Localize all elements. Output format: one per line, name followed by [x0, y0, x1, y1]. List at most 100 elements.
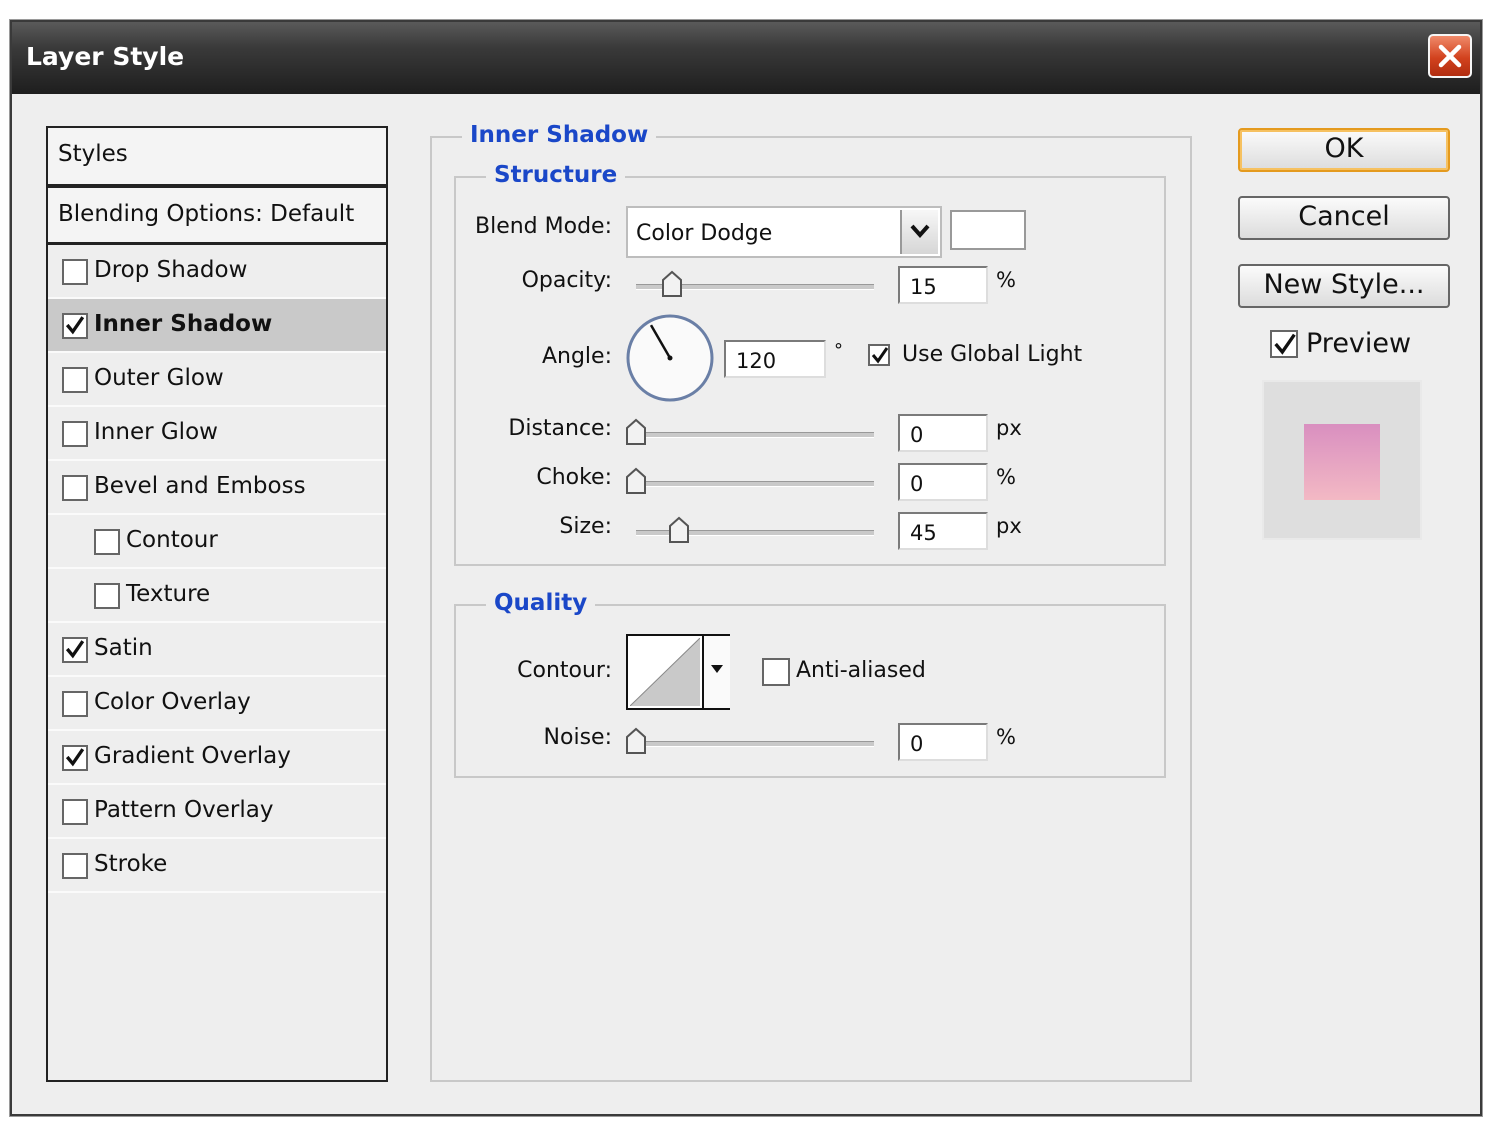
distance-slider[interactable]: [636, 432, 874, 438]
size-slider-thumb[interactable]: [668, 516, 690, 544]
style-item-stroke[interactable]: Stroke: [48, 839, 386, 893]
style-item-label: Inner Shadow: [94, 311, 273, 337]
style-item-label: Inner Glow: [94, 419, 218, 445]
noise-unit: %: [996, 725, 1016, 749]
style-item-bevel-and-emboss[interactable]: Bevel and Emboss: [48, 461, 386, 515]
style-checkbox[interactable]: [94, 529, 120, 555]
noise-slider-thumb[interactable]: [625, 727, 647, 755]
opacity-label: Opacity:: [521, 268, 612, 293]
blending-options-label: Blending Options: Default: [58, 201, 355, 227]
style-checkbox[interactable]: [62, 691, 88, 717]
style-checkbox[interactable]: [62, 637, 88, 663]
new-style-button[interactable]: New Style...: [1238, 264, 1450, 308]
opacity-unit: %: [996, 268, 1016, 292]
contour-dropdown-button[interactable]: [702, 636, 730, 708]
close-button[interactable]: [1428, 34, 1472, 78]
anti-aliased-label: Anti-aliased: [796, 658, 926, 683]
distance-input[interactable]: 0: [898, 414, 988, 452]
choke-unit: %: [996, 465, 1016, 489]
blending-options-item[interactable]: Blending Options: Default: [48, 188, 386, 242]
style-checkbox[interactable]: [62, 853, 88, 879]
styles-list: Styles Blending Options: Default Drop Sh…: [46, 126, 388, 1082]
style-checkbox[interactable]: [62, 367, 88, 393]
distance-slider-thumb[interactable]: [625, 418, 647, 446]
noise-input[interactable]: 0: [898, 723, 988, 761]
contour-preview-icon: [630, 638, 700, 706]
styles-header[interactable]: Styles: [48, 128, 386, 184]
style-item-label: Outer Glow: [94, 365, 224, 391]
style-item-label: Drop Shadow: [94, 257, 248, 283]
style-item-inner-glow[interactable]: Inner Glow: [48, 407, 386, 461]
anti-aliased-checkbox[interactable]: [762, 658, 790, 686]
blend-mode-label: Blend Mode:: [475, 214, 612, 239]
checkmark-icon: [65, 748, 85, 767]
angle-dial[interactable]: [624, 312, 716, 404]
choke-value: 0: [910, 472, 924, 496]
preview-box: [1262, 380, 1422, 540]
shadow-color-swatch[interactable]: [950, 210, 1026, 250]
style-item-label: Bevel and Emboss: [94, 473, 306, 499]
preview-label: Preview: [1306, 328, 1412, 359]
style-item-label: Contour: [126, 527, 218, 553]
distance-label: Distance:: [508, 416, 612, 441]
style-checkbox[interactable]: [62, 475, 88, 501]
opacity-value: 15: [910, 275, 937, 299]
style-item-pattern-overlay[interactable]: Pattern Overlay: [48, 785, 386, 839]
contour-picker[interactable]: [626, 634, 730, 710]
ok-button[interactable]: OK: [1238, 128, 1450, 172]
chevron-down-icon: [910, 224, 930, 238]
checkmark-icon: [1274, 333, 1296, 355]
checkmark-icon: [65, 316, 85, 335]
style-item-label: Gradient Overlay: [94, 743, 291, 769]
size-input[interactable]: 45: [898, 512, 988, 550]
style-item-label: Pattern Overlay: [94, 797, 274, 823]
noise-value: 0: [910, 732, 924, 756]
preview-checkbox[interactable]: [1270, 330, 1298, 358]
styles-header-label: Styles: [58, 141, 128, 167]
choke-label: Choke:: [536, 465, 612, 490]
blend-mode-dropdown-button[interactable]: [900, 210, 938, 254]
quality-title: Quality: [486, 590, 596, 616]
layer-style-dialog: Layer Style Styles Blending Options: Def…: [10, 20, 1482, 1116]
opacity-input[interactable]: 15: [898, 266, 988, 304]
style-item-contour[interactable]: Contour: [48, 515, 386, 569]
checkmark-icon: [65, 640, 85, 659]
noise-slider[interactable]: [636, 741, 874, 747]
choke-slider[interactable]: [636, 481, 874, 487]
size-label: Size:: [559, 514, 612, 539]
angle-input[interactable]: 120: [724, 340, 826, 378]
opacity-slider-thumb[interactable]: [661, 270, 683, 298]
inner-shadow-title: Inner Shadow: [462, 122, 657, 148]
cancel-button[interactable]: Cancel: [1238, 196, 1450, 240]
choke-slider-thumb[interactable]: [625, 467, 647, 495]
style-item-satin[interactable]: Satin: [48, 623, 386, 677]
distance-value: 0: [910, 423, 924, 447]
blend-mode-value: Color Dodge: [636, 221, 773, 246]
choke-input[interactable]: 0: [898, 463, 988, 501]
triangle-down-icon: [711, 665, 723, 673]
title-bar[interactable]: Layer Style: [12, 22, 1480, 94]
style-checkbox[interactable]: [62, 259, 88, 285]
style-item-label: Color Overlay: [94, 689, 251, 715]
style-item-color-overlay[interactable]: Color Overlay: [48, 677, 386, 731]
style-checkbox[interactable]: [62, 313, 88, 339]
style-checkbox[interactable]: [62, 799, 88, 825]
contour-label: Contour:: [517, 658, 612, 683]
checkmark-icon: [871, 347, 889, 364]
style-items: Drop Shadow Inner Shadow Outer Glow Inner G…: [48, 245, 386, 1075]
use-global-light-checkbox[interactable]: [868, 344, 890, 366]
angle-unit: °: [834, 340, 843, 361]
blend-mode-select[interactable]: Color Dodge: [626, 206, 942, 258]
dialog-title: Layer Style: [26, 42, 185, 71]
style-checkbox[interactable]: [62, 745, 88, 771]
style-item-gradient-overlay[interactable]: Gradient Overlay: [48, 731, 386, 785]
size-value: 45: [910, 521, 937, 545]
noise-label: Noise:: [543, 725, 612, 750]
close-icon: [1438, 44, 1462, 68]
style-item-outer-glow[interactable]: Outer Glow: [48, 353, 386, 407]
style-item-drop-shadow[interactable]: Drop Shadow: [48, 245, 386, 299]
style-checkbox[interactable]: [94, 583, 120, 609]
style-checkbox[interactable]: [62, 421, 88, 447]
style-item-inner-shadow[interactable]: Inner Shadow: [48, 299, 386, 353]
style-item-texture[interactable]: Texture: [48, 569, 386, 623]
